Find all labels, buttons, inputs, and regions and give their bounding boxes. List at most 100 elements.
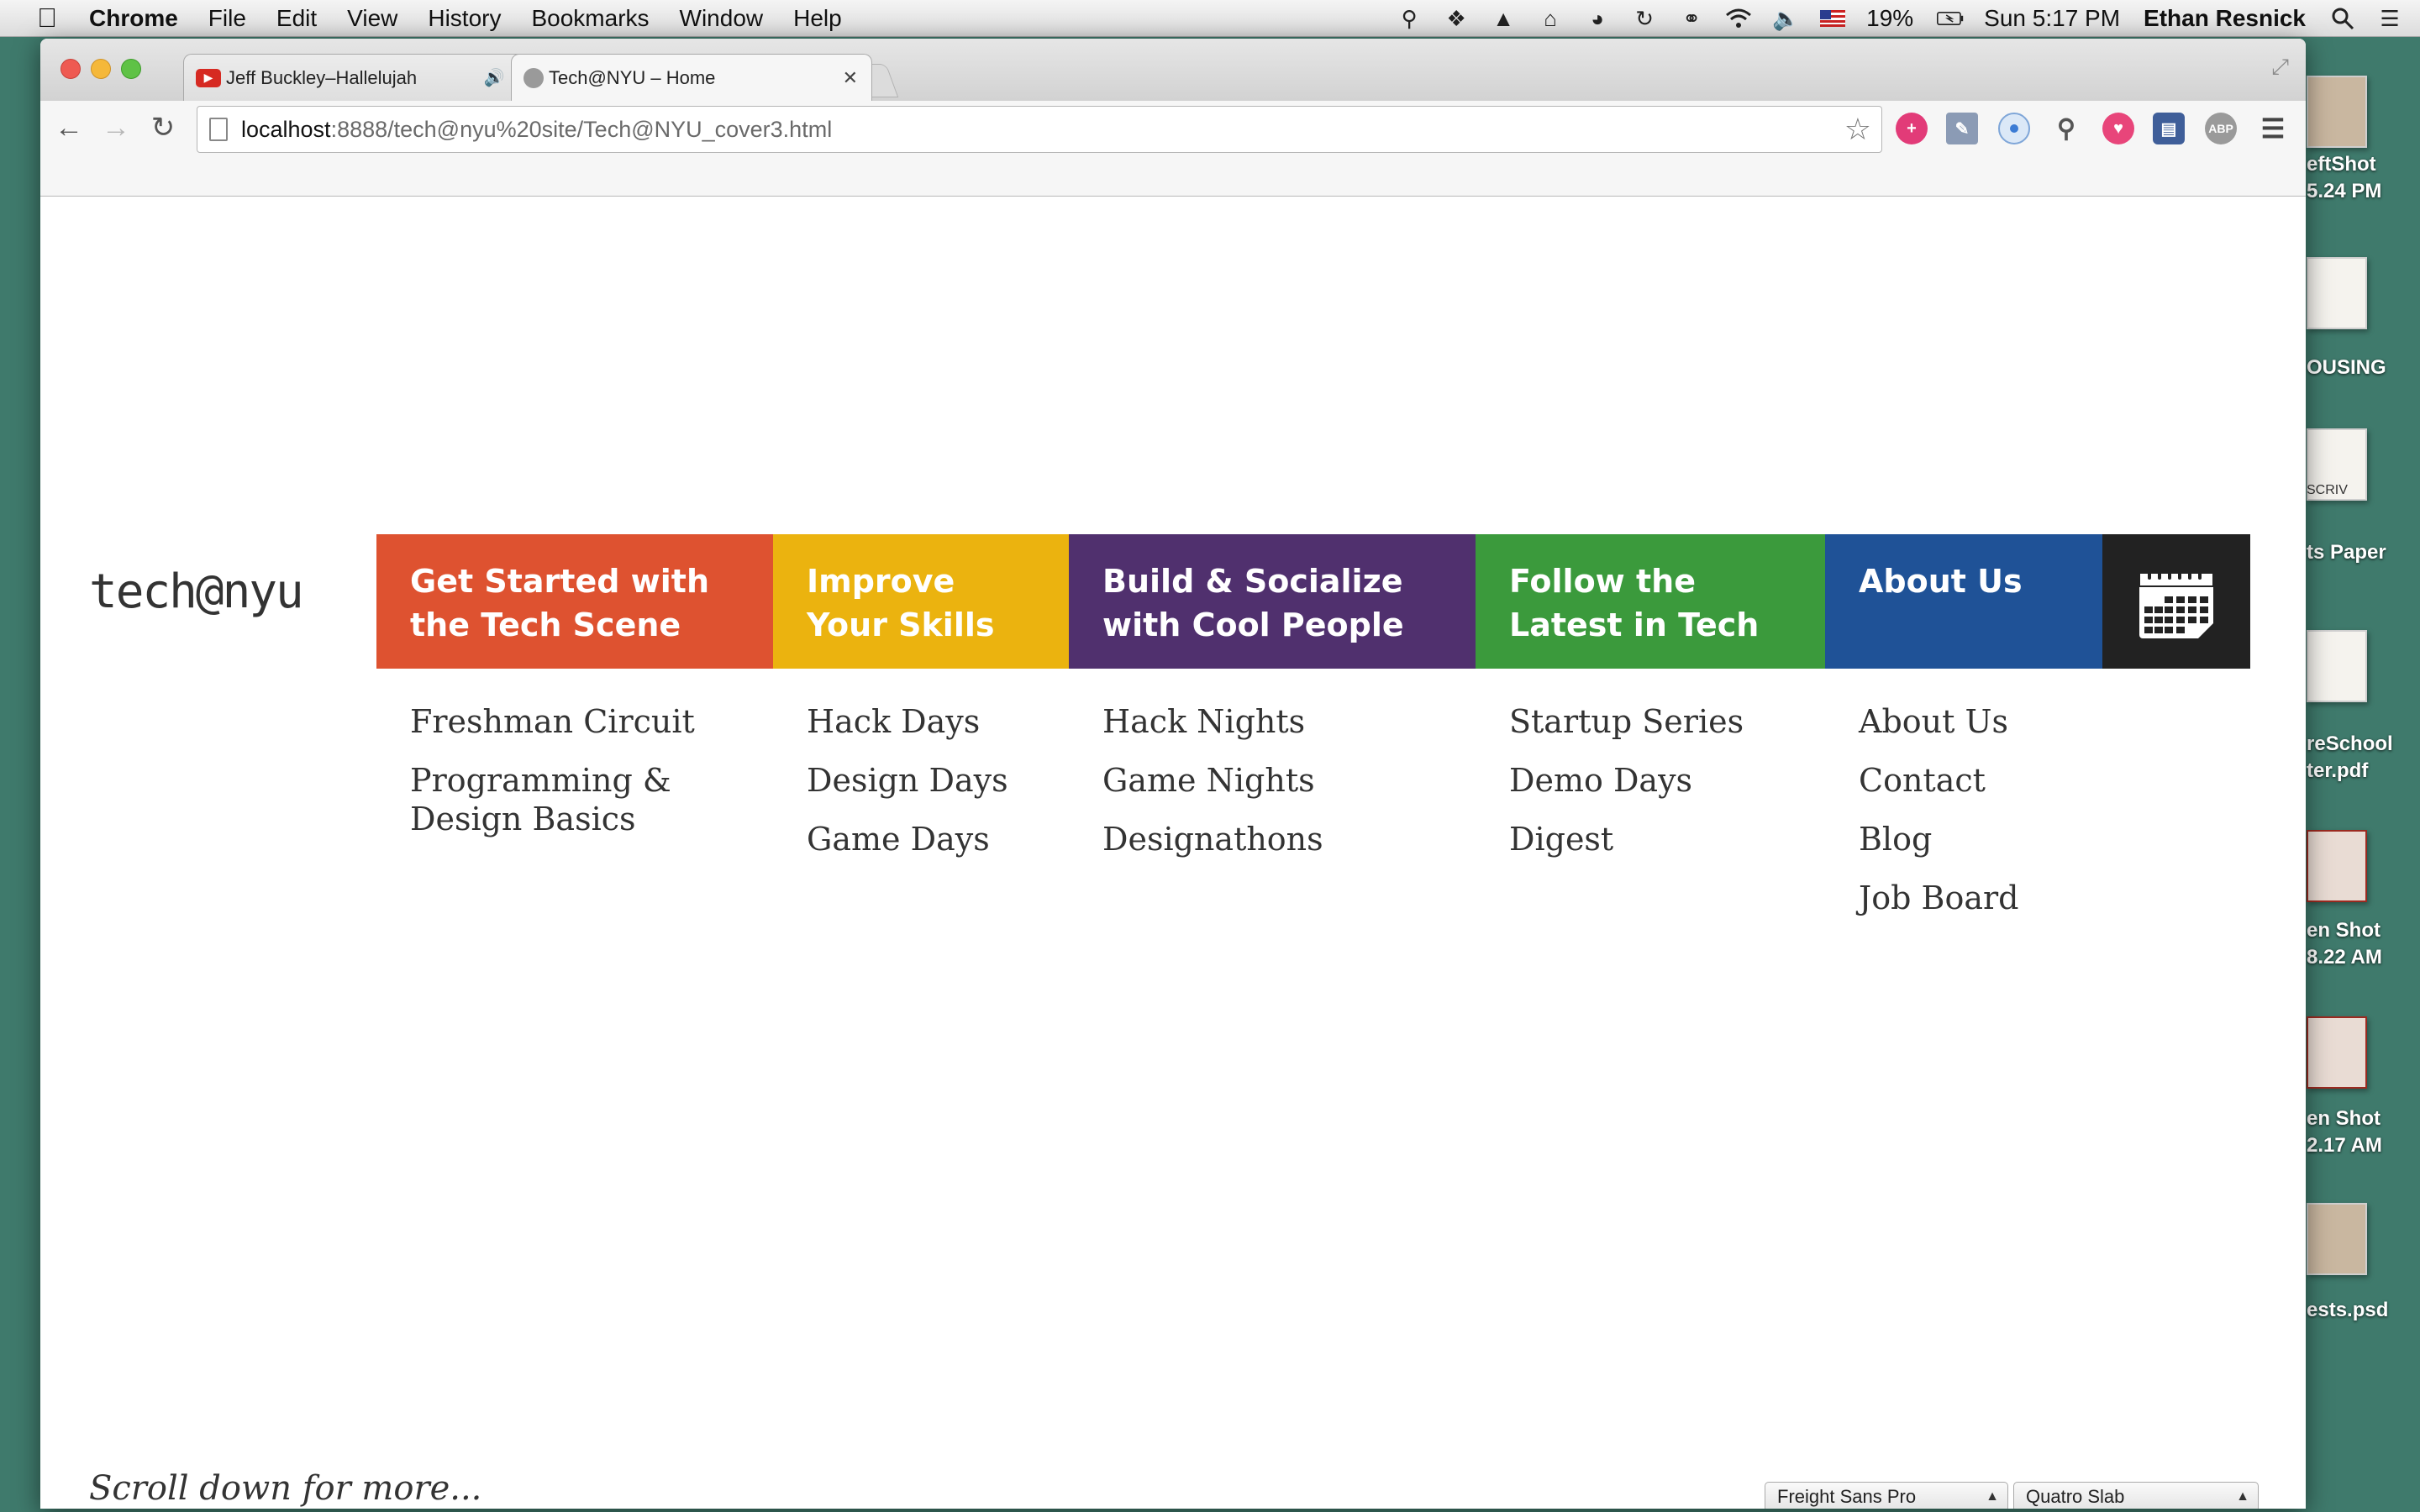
nav-header-line: the Tech Scene (410, 606, 681, 643)
font-select-value: Quatro Slab (2026, 1486, 2125, 1507)
tab-strip: ▶ Jeff Buckley–Hallelujah 🔊 ✕ Tech@NYU –… (40, 39, 2306, 101)
file-label: 8.22 AM (2307, 946, 2382, 969)
headphones-icon[interactable]: ◕ (1584, 5, 1611, 32)
nav-col-about-us: About Us About Us Contact Blog Job Board (1825, 534, 2102, 916)
nav-col-improve: Improve Your Skills Hack Days Design Day… (773, 534, 1069, 858)
menu-edit[interactable]: Edit (276, 5, 317, 32)
add-extension-icon[interactable]: + (1896, 113, 1928, 144)
flag-icon[interactable] (1819, 5, 1846, 32)
pocket-extension-icon[interactable]: ♥ (2102, 113, 2134, 144)
nav-header-build-socialize[interactable]: Build & Socialize with Cool People (1069, 534, 1476, 669)
scroll-hint: Scroll down for more... (89, 1469, 482, 1508)
url-path: :8888/tech@nyu%20site/Tech@NYU_cover3.ht… (330, 116, 833, 142)
battery-percent: 19% (1866, 5, 1914, 31)
menu-bookmarks[interactable]: Bookmarks (531, 5, 649, 32)
nav-links: Hack Nights Game Nights Designathons (1102, 702, 1455, 879)
main-nav: Get Started with the Tech Scene Freshman… (376, 534, 2250, 916)
file-label: eftShot (2307, 153, 2376, 176)
nav-header-line: About Us (1859, 563, 2023, 600)
sync-icon[interactable]: ↻ (1631, 5, 1658, 32)
nav-links: About Us Contact Blog Job Board (1859, 702, 2212, 937)
tab-tech-nyu-home[interactable]: Tech@NYU – Home ✕ (511, 54, 872, 101)
zoom-window-button[interactable] (121, 59, 141, 79)
chrome-menu-icon[interactable]: ☰ (2257, 113, 2289, 144)
nav-header-improve[interactable]: Improve Your Skills (773, 534, 1069, 669)
nav-header-line: with Cool People (1102, 606, 1404, 643)
link-contact[interactable]: Contact (1859, 761, 2212, 800)
calendar-button[interactable] (2102, 534, 2250, 669)
link-job-board[interactable]: Job Board (1859, 879, 2212, 917)
wrench-extension-icon[interactable]: ⚲ (2050, 113, 2082, 144)
clock[interactable]: Sun 5:17 PM (1984, 5, 2120, 32)
nav-header-line: Your Skills (807, 606, 995, 643)
nav-header-line: Get Started with (410, 563, 709, 600)
key-icon[interactable]: ⚲ (1396, 5, 1423, 32)
file-label: ests.psd (2307, 1299, 2389, 1321)
forward-icon[interactable]: → (97, 109, 134, 146)
user-name[interactable]: Ethan Resnick (2144, 5, 2306, 32)
notification-center-icon[interactable]: ☰ (2376, 5, 2403, 32)
menu-help[interactable]: Help (793, 5, 842, 32)
drive-icon[interactable]: ▲ (1490, 5, 1517, 32)
file-thumbnail (2307, 76, 2367, 148)
close-window-button[interactable] (60, 59, 81, 79)
volume-icon[interactable]: 🔈 (1772, 5, 1799, 32)
spotlight-search-icon[interactable] (2329, 5, 2356, 32)
page-icon (209, 118, 228, 141)
link-blog[interactable]: Blog (1859, 820, 2212, 858)
bookmark-star-icon[interactable]: ☆ (1844, 112, 1871, 147)
address-bar[interactable]: localhost :8888/tech@nyu%20site/Tech@NYU… (197, 106, 1882, 153)
record-extension-icon[interactable] (1998, 113, 2030, 144)
font-select-sans[interactable]: Freight Sans Pro ▲︎ (1765, 1482, 2008, 1509)
font-select-slab[interactable]: Quatro Slab ▲︎ (2013, 1482, 2259, 1509)
document-extension-icon[interactable]: ▤ (2153, 113, 2185, 144)
link-freshman-circuit[interactable]: Freshman Circuit (410, 702, 763, 741)
link-startup-series[interactable]: Startup Series (1509, 702, 1862, 741)
tab-title: Jeff Buckley–Hallelujah (226, 66, 418, 88)
file-label: OUSING (2307, 356, 2386, 379)
menu-view[interactable]: View (347, 5, 397, 32)
menu-file[interactable]: File (208, 5, 246, 32)
adblock-extension-icon[interactable]: ABP (2205, 113, 2237, 144)
menu-window[interactable]: Window (680, 5, 764, 32)
tools-extension-icon[interactable]: ✎ (1946, 113, 1978, 144)
link-designathons[interactable]: Designathons (1102, 820, 1455, 858)
file-thumbnail (2307, 1016, 2367, 1089)
url-host: localhost (241, 116, 331, 142)
link-about-us[interactable]: About Us (1859, 702, 2212, 741)
link-game-nights[interactable]: Game Nights (1102, 761, 1455, 800)
file-label: en Shot (2307, 919, 2381, 942)
wifi-icon[interactable] (1725, 5, 1752, 32)
home-icon[interactable]: ⌂ (1537, 5, 1564, 32)
creative-cloud-icon[interactable]: ⚭ (1678, 5, 1705, 32)
tech-nyu-logo[interactable]: tech@nyu (89, 549, 333, 633)
link-digest[interactable]: Digest (1509, 820, 1862, 858)
select-arrows-icon: ▲︎ (1986, 1489, 1999, 1504)
link-demo-days[interactable]: Demo Days (1509, 761, 1862, 800)
file-thumb-text: SCRIV (2307, 483, 2348, 497)
page-content: tech@nyu Get Started with the Tech Scene… (40, 197, 2306, 1509)
browser-toolbar: ← → ↻ localhost :8888/tech@nyu%20site/Te… (40, 101, 2306, 197)
logo-text: tech@nyu (89, 564, 304, 619)
nav-header-line: Improve (807, 563, 955, 600)
minimize-window-button[interactable] (91, 59, 111, 79)
back-icon[interactable]: ← (50, 109, 87, 146)
reload-icon[interactable]: ↻ (145, 109, 182, 146)
link-hack-nights[interactable]: Hack Nights (1102, 702, 1455, 741)
menu-app-name[interactable]: Chrome (89, 5, 178, 32)
nav-header-about-us[interactable]: About Us (1825, 534, 2102, 669)
close-tab-icon[interactable]: ✕ (843, 67, 858, 89)
tab-jeff-buckley[interactable]: ▶ Jeff Buckley–Hallelujah 🔊 ✕ (183, 54, 544, 101)
nav-col-get-started: Get Started with the Tech Scene Freshman… (376, 534, 773, 837)
nav-header-get-started[interactable]: Get Started with the Tech Scene (376, 534, 773, 669)
nav-header-follow-latest[interactable]: Follow the Latest in Tech (1476, 534, 1825, 669)
select-arrows-icon: ▲︎ (2236, 1489, 2249, 1504)
file-thumbnail (2307, 257, 2367, 329)
battery-icon[interactable] (1937, 5, 1964, 32)
menu-history[interactable]: History (428, 5, 501, 32)
fullscreen-icon[interactable]: ⤢ (2271, 54, 2289, 81)
apple-menu-icon[interactable]:  (24, 3, 71, 34)
calendar-icon (2139, 566, 2214, 638)
dropbox-icon[interactable]: ❖ (1443, 5, 1470, 32)
link-programming-design-basics[interactable]: Programming & Design Basics (410, 761, 687, 838)
